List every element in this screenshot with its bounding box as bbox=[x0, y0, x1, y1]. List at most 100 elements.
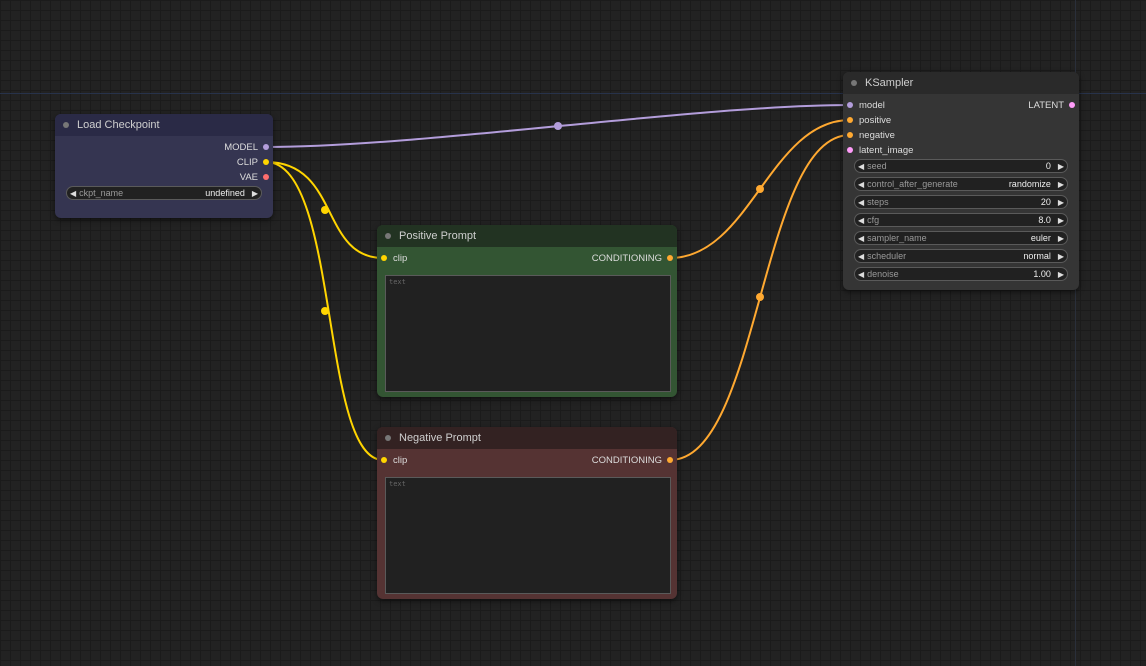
input-slot-latent-image[interactable]: latent_image bbox=[847, 143, 913, 157]
widget-value: 8.0 bbox=[1038, 215, 1051, 225]
node-negative-prompt[interactable]: Negative Prompt clip CONDITIONING text bbox=[377, 427, 677, 599]
slot-label: clip bbox=[393, 252, 408, 264]
collapse-dot-icon[interactable] bbox=[385, 233, 391, 239]
link-clip-positive-midpoint[interactable] bbox=[321, 206, 329, 214]
output-slot-latent[interactable]: LATENT bbox=[1028, 98, 1075, 112]
vae-pin-icon[interactable] bbox=[263, 174, 269, 180]
model-pin-icon[interactable] bbox=[263, 144, 269, 150]
widget-seed[interactable]: ◀ seed 0 ▶ bbox=[854, 159, 1068, 173]
node-title: KSampler bbox=[865, 77, 914, 89]
widget-value: normal bbox=[1023, 251, 1051, 261]
widget-value: 1.00 bbox=[1033, 269, 1051, 279]
widget-value: 20 bbox=[1040, 197, 1051, 207]
node-title: Positive Prompt bbox=[399, 230, 477, 242]
widget-control-after-generate[interactable]: ◀ control_after_generate randomize ▶ bbox=[854, 177, 1068, 191]
increment-arrow-icon[interactable]: ▶ bbox=[249, 189, 261, 198]
widget-label: cfg bbox=[867, 215, 880, 225]
input-slot-clip[interactable]: clip bbox=[381, 251, 407, 265]
clip-pin-icon[interactable] bbox=[381, 255, 387, 261]
slot-label: CONDITIONING bbox=[591, 454, 662, 466]
widget-label: sampler_name bbox=[867, 233, 927, 243]
node-title-bar[interactable]: Positive Prompt bbox=[377, 225, 677, 247]
decrement-arrow-icon[interactable]: ◀ bbox=[855, 252, 867, 261]
link-clip-negative-midpoint[interactable] bbox=[321, 307, 329, 315]
slot-label: negative bbox=[859, 129, 895, 141]
collapse-dot-icon[interactable] bbox=[63, 122, 69, 128]
widget-value: euler bbox=[1030, 233, 1051, 243]
widget-label: steps bbox=[867, 197, 889, 207]
widget-label: ckpt_name bbox=[79, 188, 124, 198]
increment-arrow-icon[interactable]: ▶ bbox=[1055, 162, 1067, 171]
link-positive-conditioning-midpoint[interactable] bbox=[756, 185, 764, 193]
increment-arrow-icon[interactable]: ▶ bbox=[1055, 270, 1067, 279]
widget-value: randomize bbox=[1008, 179, 1051, 189]
node-title-bar[interactable]: Load Checkpoint bbox=[55, 114, 273, 136]
widget-sampler-name[interactable]: ◀ sampler_name euler ▶ bbox=[854, 231, 1068, 245]
slot-label: MODEL bbox=[224, 141, 258, 153]
increment-arrow-icon[interactable]: ▶ bbox=[1055, 180, 1067, 189]
conditioning-pin-icon[interactable] bbox=[667, 457, 673, 463]
latent-pin-icon[interactable] bbox=[847, 147, 853, 153]
widget-label: scheduler bbox=[867, 251, 907, 261]
link-model-midpoint[interactable] bbox=[554, 122, 562, 130]
decrement-arrow-icon[interactable]: ◀ bbox=[855, 180, 867, 189]
slot-label: CLIP bbox=[236, 156, 258, 168]
increment-arrow-icon[interactable]: ▶ bbox=[1055, 252, 1067, 261]
node-ksampler[interactable]: KSampler model positive negative latent_… bbox=[843, 72, 1079, 290]
slot-label: LATENT bbox=[1028, 99, 1064, 111]
input-slot-positive[interactable]: positive bbox=[847, 113, 891, 127]
decrement-arrow-icon[interactable]: ◀ bbox=[855, 270, 867, 279]
text-input[interactable]: text bbox=[385, 275, 671, 392]
input-slot-clip[interactable]: clip bbox=[381, 453, 407, 467]
decrement-arrow-icon[interactable]: ◀ bbox=[67, 189, 79, 198]
slot-label: latent_image bbox=[859, 144, 914, 156]
node-title-bar[interactable]: Negative Prompt bbox=[377, 427, 677, 449]
increment-arrow-icon[interactable]: ▶ bbox=[1055, 216, 1067, 225]
text-input[interactable]: text bbox=[385, 477, 671, 594]
node-title-bar[interactable]: KSampler bbox=[843, 72, 1079, 94]
output-slot-conditioning[interactable]: CONDITIONING bbox=[592, 251, 673, 265]
clip-pin-icon[interactable] bbox=[263, 159, 269, 165]
output-slot-model[interactable]: MODEL bbox=[224, 140, 269, 154]
slot-label: CONDITIONING bbox=[591, 252, 662, 264]
widget-label: seed bbox=[867, 161, 887, 171]
link-negative-conditioning-midpoint[interactable] bbox=[756, 293, 764, 301]
output-slot-conditioning[interactable]: CONDITIONING bbox=[592, 453, 673, 467]
widget-label: control_after_generate bbox=[867, 179, 958, 189]
conditioning-pin-icon[interactable] bbox=[847, 132, 853, 138]
node-title: Negative Prompt bbox=[399, 432, 481, 444]
slot-label: model bbox=[859, 99, 885, 111]
decrement-arrow-icon[interactable]: ◀ bbox=[855, 234, 867, 243]
input-slot-model[interactable]: model bbox=[847, 98, 885, 112]
node-title: Load Checkpoint bbox=[77, 119, 160, 131]
widget-value: undefined bbox=[205, 188, 245, 198]
collapse-dot-icon[interactable] bbox=[851, 80, 857, 86]
slot-label: VAE bbox=[239, 171, 258, 183]
widget-value: 0 bbox=[1045, 161, 1051, 171]
collapse-dot-icon[interactable] bbox=[385, 435, 391, 441]
widget-cfg[interactable]: ◀ cfg 8.0 ▶ bbox=[854, 213, 1068, 227]
decrement-arrow-icon[interactable]: ◀ bbox=[855, 162, 867, 171]
clip-pin-icon[interactable] bbox=[381, 457, 387, 463]
increment-arrow-icon[interactable]: ▶ bbox=[1055, 198, 1067, 207]
input-slot-negative[interactable]: negative bbox=[847, 128, 895, 142]
slot-label: positive bbox=[859, 114, 892, 126]
widget-scheduler[interactable]: ◀ scheduler normal ▶ bbox=[854, 249, 1068, 263]
latent-pin-icon[interactable] bbox=[1069, 102, 1075, 108]
output-slot-vae[interactable]: VAE bbox=[240, 170, 269, 184]
text-placeholder: text bbox=[389, 480, 406, 488]
text-placeholder: text bbox=[389, 278, 406, 286]
slot-label: clip bbox=[393, 454, 408, 466]
decrement-arrow-icon[interactable]: ◀ bbox=[855, 216, 867, 225]
conditioning-pin-icon[interactable] bbox=[847, 117, 853, 123]
output-slot-clip[interactable]: CLIP bbox=[237, 155, 269, 169]
model-pin-icon[interactable] bbox=[847, 102, 853, 108]
widget-steps[interactable]: ◀ steps 20 ▶ bbox=[854, 195, 1068, 209]
decrement-arrow-icon[interactable]: ◀ bbox=[855, 198, 867, 207]
increment-arrow-icon[interactable]: ▶ bbox=[1055, 234, 1067, 243]
node-positive-prompt[interactable]: Positive Prompt clip CONDITIONING text bbox=[377, 225, 677, 397]
conditioning-pin-icon[interactable] bbox=[667, 255, 673, 261]
widget-denoise[interactable]: ◀ denoise 1.00 ▶ bbox=[854, 267, 1068, 281]
widget-ckpt-name[interactable]: ◀ ckpt_name undefined ▶ bbox=[66, 186, 262, 200]
node-load-checkpoint[interactable]: Load Checkpoint MODEL CLIP VAE ◀ ckpt_na… bbox=[55, 114, 273, 218]
